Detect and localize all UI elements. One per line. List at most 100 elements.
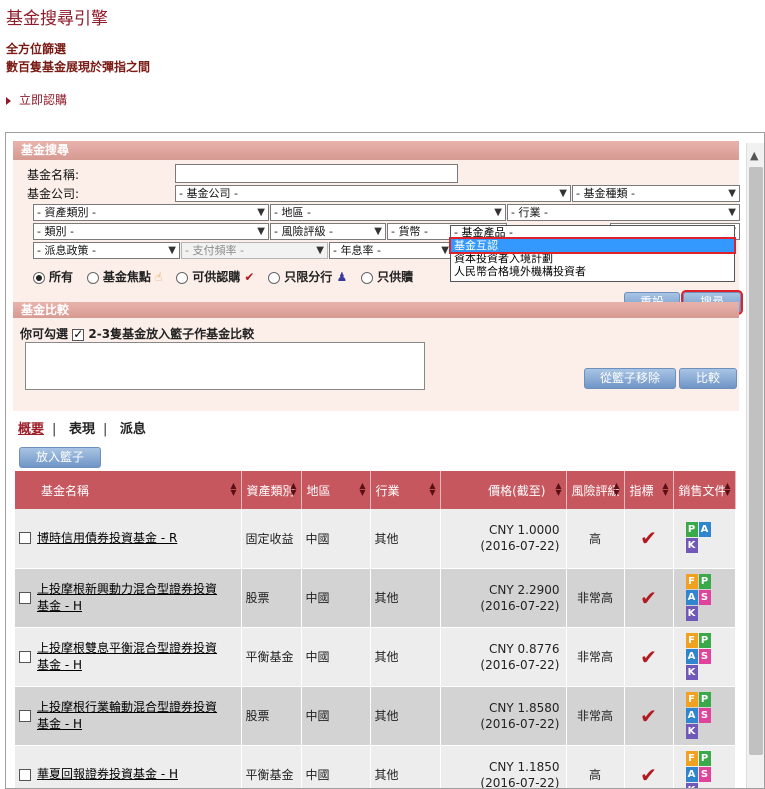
chevron-down-icon: ▼: [728, 188, 736, 199]
doc-k-icon[interactable]: K: [685, 664, 698, 680]
dropdown-option[interactable]: 資本投資者入境計劃: [451, 252, 734, 265]
indicator-cell: ✔: [624, 686, 674, 746]
asset-class-select[interactable]: - 資產類別 - ▼: [33, 204, 269, 221]
doc-a-icon[interactable]: A: [685, 766, 698, 782]
sort-icon[interactable]: ▲ ▼: [613, 482, 619, 497]
fund-name-input[interactable]: [175, 164, 458, 183]
industry-select[interactable]: - 行業 - ▼: [507, 204, 740, 221]
fund-link[interactable]: 上投摩根新興動力混合型證券投資基金 - H: [37, 581, 227, 615]
industry-cell: 其他: [370, 568, 441, 628]
doc-f-icon[interactable]: F: [685, 750, 698, 766]
doc-a-icon[interactable]: A: [685, 648, 698, 664]
row-checkbox[interactable]: [19, 650, 31, 663]
dividend-policy-select[interactable]: - 派息政策 - ▼: [33, 242, 180, 259]
tab-performance[interactable]: 表現: [69, 422, 95, 437]
doc-p-icon[interactable]: P: [698, 573, 711, 589]
radio-button[interactable]: [33, 271, 45, 284]
doc-p-icon[interactable]: P: [685, 522, 698, 538]
col-header-indicator[interactable]: 指標 ▲ ▼: [624, 471, 674, 509]
doc-a-icon[interactable]: A: [685, 589, 698, 605]
radio-redeem-only[interactable]: 只供贖: [361, 268, 413, 285]
radio-focus[interactable]: 基金焦點 ☝: [86, 268, 162, 285]
doc-a-icon[interactable]: A: [685, 707, 698, 723]
doc-a-icon[interactable]: A: [698, 522, 711, 538]
scroll-up-icon[interactable]: ▲: [750, 149, 758, 162]
payment-frequency-select[interactable]: - 支付頻率 - ▼: [181, 242, 328, 259]
compare-button[interactable]: 比較: [679, 368, 737, 389]
col-header-risk[interactable]: 風險評級 ▲ ▼: [566, 471, 625, 509]
tab-overview[interactable]: 概要: [18, 422, 44, 437]
doc-f-icon[interactable]: F: [685, 573, 698, 589]
col-header-documents[interactable]: 銷售文件 ▲ ▼: [673, 471, 736, 509]
dropdown-option[interactable]: 人民幣合格境外機構投資者: [451, 265, 734, 278]
documents-cell: FPASK: [673, 686, 736, 746]
doc-k-icon[interactable]: K: [685, 538, 698, 554]
price-date: (2016-07-22): [480, 598, 560, 613]
doc-p-icon[interactable]: P: [698, 691, 711, 707]
col-header-industry[interactable]: 行業 ▲ ▼: [370, 471, 441, 509]
col-header-asset[interactable]: 資產類別 ▲ ▼: [241, 471, 302, 509]
risk-select[interactable]: - 風險評級 - ▼: [270, 223, 386, 240]
filter-radio-group: 所有 基金焦點 ☝ 可供認購 ✔ 只限分行 ♟ 只供贖: [33, 268, 423, 285]
radio-button[interactable]: [176, 271, 189, 284]
sort-icon[interactable]: ▲ ▼: [662, 482, 668, 497]
doc-s-icon[interactable]: S: [698, 707, 711, 723]
remove-from-basket-button[interactable]: 從籃子移除: [584, 368, 676, 389]
sort-icon[interactable]: ▲ ▼: [359, 482, 365, 497]
doc-f-icon[interactable]: F: [685, 691, 698, 707]
compare-basket[interactable]: [25, 342, 425, 390]
doc-s-icon[interactable]: S: [698, 766, 711, 782]
region-cell: 中國: [301, 745, 371, 788]
chevron-down-icon: ▼: [559, 188, 567, 199]
tab-dividend[interactable]: 派息: [120, 422, 146, 437]
add-to-basket-button[interactable]: 放入籃子: [19, 447, 101, 468]
radio-button[interactable]: [268, 271, 281, 284]
dropdown-option-highlighted[interactable]: 基金互認: [449, 237, 736, 254]
dropdown-option[interactable]: - 基金產品 -: [451, 226, 734, 239]
doc-k-icon[interactable]: K: [685, 605, 698, 621]
doc-k-icon[interactable]: K: [685, 782, 698, 788]
doc-s-icon[interactable]: S: [698, 589, 711, 605]
col-header-region[interactable]: 地區 ▲ ▼: [301, 471, 371, 509]
doc-k-icon[interactable]: K: [685, 723, 698, 739]
sort-icon[interactable]: ▲ ▼: [230, 482, 236, 497]
sort-icon[interactable]: ▲ ▼: [724, 482, 730, 497]
fund-link[interactable]: 上投摩根雙息平衡混合型證券投資基金 - H: [37, 640, 227, 674]
col-header-name[interactable]: 基金名稱 ▲ ▼: [15, 471, 242, 509]
region-select[interactable]: - 地區 - ▼: [270, 204, 506, 221]
sort-icon[interactable]: ▲ ▼: [290, 482, 296, 497]
doc-f-icon[interactable]: F: [685, 632, 698, 648]
subscribe-link[interactable]: 立即認購: [6, 91, 67, 108]
fund-link[interactable]: 華夏回報證券投資基金 - H: [37, 766, 227, 783]
radio-all[interactable]: 所有: [33, 268, 73, 285]
sort-icon[interactable]: ▲ ▼: [555, 482, 561, 497]
sort-icon[interactable]: ▲ ▼: [429, 482, 435, 497]
doc-p-icon[interactable]: P: [698, 750, 711, 766]
company-select[interactable]: - 基金公司 - ▼: [175, 185, 571, 202]
scroll-thumb[interactable]: [749, 167, 763, 755]
col-header-price[interactable]: 價格(截至) ▲ ▼: [440, 471, 567, 509]
fund-type-select[interactable]: - 基金種類 - ▼: [572, 185, 740, 202]
region-cell: 中國: [301, 686, 371, 746]
radio-branch-only[interactable]: 只限分行 ♟: [268, 268, 347, 285]
triangle-right-icon: [6, 96, 11, 105]
row-checkbox[interactable]: [19, 709, 31, 722]
radio-label: 可供認購: [192, 270, 241, 284]
fund-link[interactable]: 博時信用債券投資基金 - R: [37, 530, 227, 547]
doc-s-icon[interactable]: S: [698, 648, 711, 664]
annual-rate-select[interactable]: - 年息率 - ▼: [329, 242, 453, 259]
fund-link[interactable]: 上投摩根行業輪動混合型證券投資基金 - H: [37, 699, 227, 733]
fund-name-cell: 上投摩根行業輪動混合型證券投資基金 - H: [15, 686, 242, 746]
category-select[interactable]: - 類別 - ▼: [33, 223, 269, 240]
checkmark-icon: ✔: [244, 270, 255, 284]
price-cell: CNY 2.2900 (2016-07-22): [440, 568, 567, 628]
row-checkbox[interactable]: [19, 768, 31, 781]
vertical-scrollbar[interactable]: ▲: [746, 143, 764, 788]
radio-button[interactable]: [86, 271, 99, 284]
row-checkbox[interactable]: [19, 532, 31, 545]
radio-subscribable[interactable]: 可供認購 ✔: [176, 268, 254, 285]
header-label: 地區: [306, 483, 331, 498]
radio-button[interactable]: [361, 271, 374, 284]
row-checkbox[interactable]: [19, 591, 31, 604]
doc-p-icon[interactable]: P: [698, 632, 711, 648]
